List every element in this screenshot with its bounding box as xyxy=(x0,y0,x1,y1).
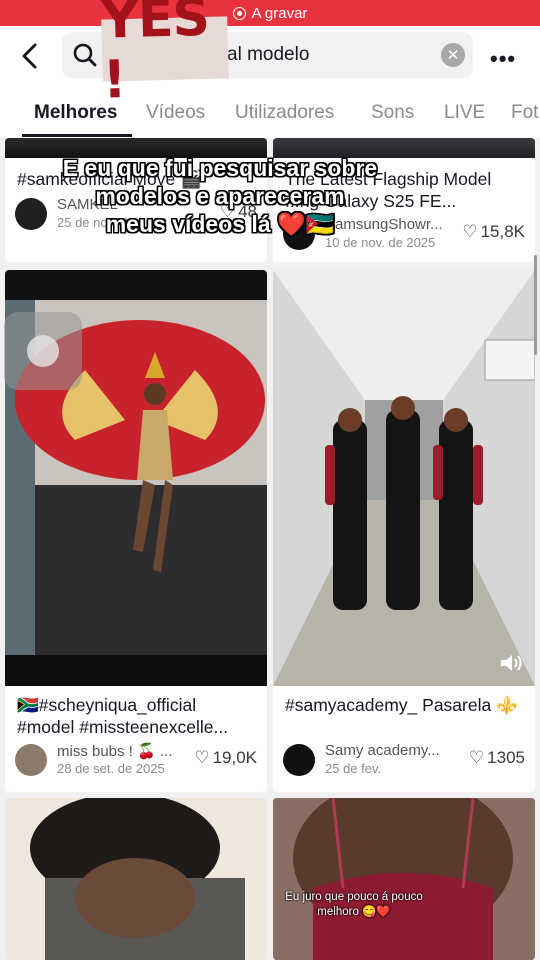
video-thumbnail[interactable] xyxy=(273,270,535,686)
video-text-overlay: Eu juro que pouco á pouco melhoro 😋❤️ xyxy=(285,891,423,918)
avatar[interactable] xyxy=(283,744,315,776)
more-options-icon[interactable]: ••• xyxy=(490,46,516,72)
recording-bar: A gravar xyxy=(0,0,540,26)
heart-icon: ♡ xyxy=(194,748,210,767)
avatar[interactable] xyxy=(15,198,47,230)
post-date: 28 de set. de 2025 xyxy=(57,761,165,776)
back-arrow-icon[interactable] xyxy=(16,40,44,72)
recording-label: A gravar xyxy=(251,4,308,22)
scrollbar[interactable] xyxy=(534,255,537,355)
yes-sticker: YES ! xyxy=(100,0,229,111)
video-card[interactable]: #samyacademy_ Pasarela ⚜️ Samy academy..… xyxy=(273,270,535,792)
search-query: al modelo xyxy=(227,44,310,65)
caption-line-3: meus vídeos lá ❤️🇲🇿 xyxy=(105,211,335,237)
search-icon xyxy=(73,43,97,67)
caption-line-1: E eu que fui pesquisar sobre xyxy=(62,155,378,181)
like-count: ♡ 19,0K xyxy=(194,748,257,767)
video-meta: miss bubs ! 🍒 ... 28 de set. de 2025 ♡ 19… xyxy=(15,742,257,778)
thumbnail-image xyxy=(5,798,267,960)
username[interactable]: Samy academy... xyxy=(325,742,440,759)
search-tabs: Melhores Vídeos Utilizadores Sons LIVE F… xyxy=(0,88,540,138)
sound-icon[interactable] xyxy=(499,652,523,674)
like-count: ♡ 15,8K xyxy=(462,222,525,241)
video-thumbnail[interactable] xyxy=(5,798,267,960)
video-card[interactable] xyxy=(5,798,267,960)
tab-fotos[interactable]: Fot xyxy=(511,102,538,124)
heart-icon: ♡ xyxy=(468,748,485,767)
avatar[interactable] xyxy=(15,744,47,776)
video-thumbnail[interactable] xyxy=(273,798,535,960)
tab-sons[interactable]: Sons xyxy=(371,102,414,124)
caption-line-2: modelos e apareceram xyxy=(95,183,345,209)
post-date: 25 de fev. xyxy=(325,761,382,776)
video-card[interactable] xyxy=(273,798,535,960)
thumbnail-image xyxy=(273,798,535,960)
assistive-touch-button[interactable] xyxy=(4,312,82,390)
heart-icon: ♡ xyxy=(462,222,478,241)
thumbnail-image xyxy=(273,270,535,686)
video-caption: 🇿🇦#scheyniqua_official #model #missteene… xyxy=(17,695,229,737)
username[interactable]: miss bubs ! 🍒 ... xyxy=(57,742,172,760)
clear-search-icon[interactable]: ✕ xyxy=(441,43,465,67)
tab-live[interactable]: LIVE xyxy=(444,102,485,124)
search-header: al modelo ✕ ••• xyxy=(0,26,540,88)
tab-utilizadores[interactable]: Utilizadores xyxy=(235,102,334,124)
active-tab-indicator xyxy=(22,134,132,137)
like-count: ♡ 1305 xyxy=(468,748,525,767)
video-caption: #samyacademy_ Pasarela ⚜️ xyxy=(285,695,518,715)
video-meta: Samy academy... 25 de fev. ♡ 1305 xyxy=(283,742,525,778)
record-icon xyxy=(232,6,246,20)
screen-recording-caption: E eu que fui pesquisar sobre modelos e a… xyxy=(55,154,385,238)
